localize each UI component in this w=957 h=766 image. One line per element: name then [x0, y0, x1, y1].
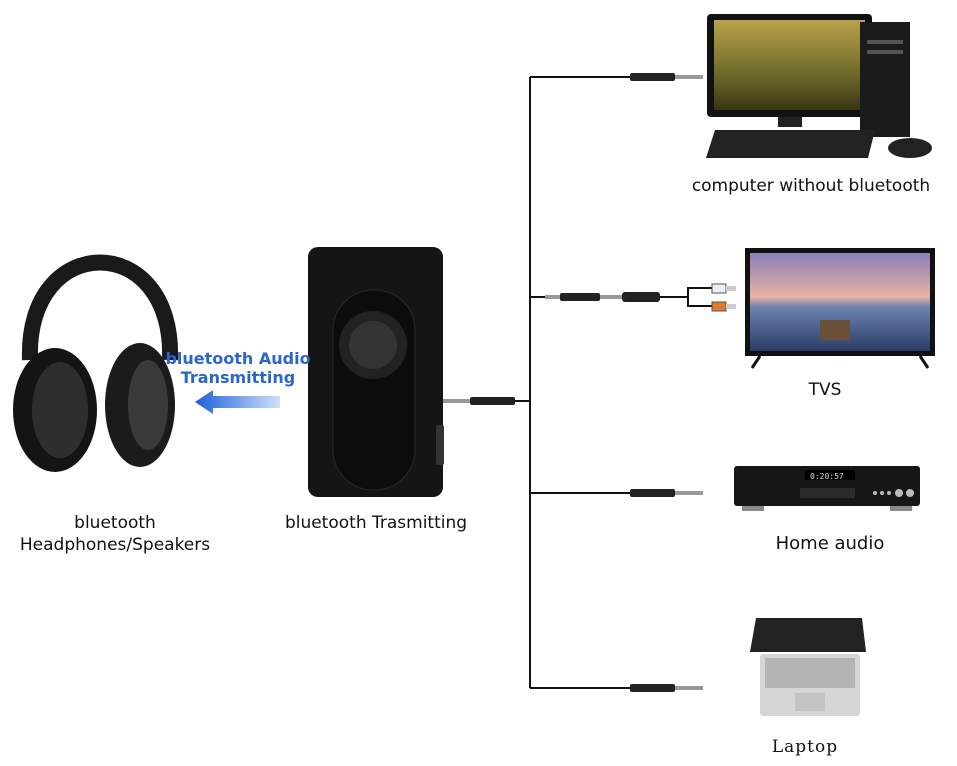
headphones-image [13, 254, 179, 472]
laptop-label: Laptop [771, 737, 839, 757]
transmit-arrow-icon [195, 390, 280, 414]
transmitter-device-image [308, 247, 444, 497]
laptop-image [750, 618, 866, 716]
computer-label: computer without bluetooth [691, 176, 931, 196]
headphones-label-line2: Headphones/Speakers [19, 535, 211, 555]
transmit-caption-line2: Transmitting [180, 368, 296, 387]
transmitter-label: bluetooth Trasmitting [284, 513, 468, 533]
cable-lines [515, 76, 712, 689]
transmit-caption-line1: bluetooth Audio [165, 349, 311, 368]
home-audio-label: Home audio [775, 533, 885, 554]
connection-diagram: 0:20:57 bluetooth Audio Transmitting blu… [0, 0, 957, 766]
home-audio-image: 0:20:57 [734, 466, 920, 511]
headphones-label-line1: bluetooth [74, 513, 156, 533]
headphones-label: bluetooth Headphones/Speakers [0, 512, 230, 556]
svg-text:0:20:57: 0:20:57 [810, 472, 844, 481]
transmit-caption: bluetooth Audio Transmitting [158, 349, 318, 387]
computer-image [706, 14, 932, 158]
audio-jack-plugs [443, 73, 736, 692]
tv-label: TVS [808, 380, 842, 400]
tv-image [745, 248, 935, 369]
